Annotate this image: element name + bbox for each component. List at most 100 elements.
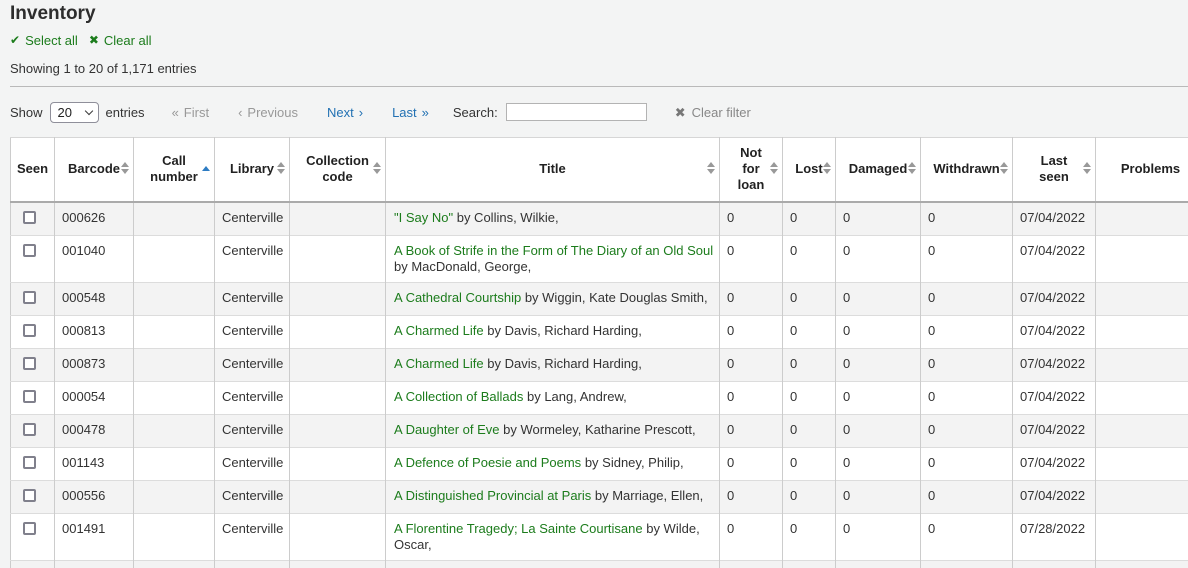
last-seen-cell: 07/04/2022 xyxy=(1013,414,1096,447)
col-header-lost[interactable]: Lost xyxy=(783,138,836,202)
sort-icon-title xyxy=(707,162,715,174)
seen-checkbox[interactable] xyxy=(23,357,36,370)
sort-icon-withdrawn xyxy=(1000,162,1008,174)
lost-cell: 0 xyxy=(783,282,836,315)
clear-filter-button[interactable]: ✖ Clear filter xyxy=(675,105,751,120)
damaged-cell: 0 xyxy=(836,348,921,381)
search-input[interactable] xyxy=(506,103,647,121)
seen-checkbox[interactable] xyxy=(23,324,36,337)
withdrawn-cell: 0 xyxy=(921,348,1013,381)
withdrawn-cell: 0 xyxy=(921,381,1013,414)
title-link[interactable]: A Book of Strife in the Form of The Diar… xyxy=(394,243,713,258)
collection-code-cell xyxy=(290,513,386,560)
seen-cell xyxy=(11,447,55,480)
sort-icon-barcode xyxy=(121,162,129,174)
withdrawn-cell: 0 xyxy=(921,513,1013,560)
last-seen-cell: 07/04/2022 xyxy=(1013,348,1096,381)
table-row: 001012 Centerville A Gentleman of France… xyxy=(11,560,1188,568)
bulk-actions-bar: ✔ Select all ✖ Clear all xyxy=(10,31,1188,49)
col-header-title[interactable]: Title xyxy=(386,138,720,202)
library-cell: Centerville xyxy=(215,513,290,560)
col-header-barcode[interactable]: Barcode xyxy=(55,138,134,202)
clear-filter-label: Clear filter xyxy=(692,105,751,120)
barcode-cell: 000813 xyxy=(55,315,134,348)
problems-cell xyxy=(1096,202,1188,236)
title-cell: A Cathedral Courtship by Wiggin, Kate Do… xyxy=(386,282,720,315)
header-row: Seen Barcode Call number Library Collect… xyxy=(11,138,1188,202)
seen-checkbox[interactable] xyxy=(23,456,36,469)
lost-cell: 0 xyxy=(783,348,836,381)
col-header-withdrawn[interactable]: Withdrawn xyxy=(921,138,1013,202)
title-link[interactable]: A Collection of Ballads xyxy=(394,389,523,404)
library-cell: Centerville xyxy=(215,282,290,315)
sort-icon-library xyxy=(277,162,285,174)
col-header-damaged[interactable]: Damaged xyxy=(836,138,921,202)
seen-checkbox[interactable] xyxy=(23,522,36,535)
col-header-library[interactable]: Library xyxy=(215,138,290,202)
seen-checkbox[interactable] xyxy=(23,390,36,403)
author-text: by Wormeley, Katharine Prescott, xyxy=(503,422,695,437)
pagination-first-label: First xyxy=(184,105,209,120)
table-row: 000626 Centerville "I Say No" by Collins… xyxy=(11,202,1188,236)
withdrawn-cell: 0 xyxy=(921,202,1013,236)
author-text: by Davis, Richard Harding, xyxy=(487,323,642,338)
collection-code-cell xyxy=(290,348,386,381)
withdrawn-cell: 0 xyxy=(921,447,1013,480)
not-for-loan-cell: 0 xyxy=(720,513,783,560)
title-link[interactable]: "I Say No" xyxy=(394,210,453,225)
page-title: Inventory xyxy=(10,0,1188,31)
title-link[interactable]: A Florentine Tragedy; La Sainte Courtisa… xyxy=(394,521,643,536)
clear-all-button[interactable]: ✖ Clear all xyxy=(89,33,152,48)
damaged-cell: 0 xyxy=(836,560,921,568)
damaged-cell: 0 xyxy=(836,202,921,236)
pagination-last-button[interactable]: Last » xyxy=(392,105,429,120)
pagination-next-button[interactable]: Next › xyxy=(327,105,363,120)
last-seen-cell: 07/04/2022 xyxy=(1013,447,1096,480)
title-link[interactable]: A Defence of Poesie and Poems xyxy=(394,455,581,470)
not-for-loan-cell: 0 xyxy=(720,202,783,236)
double-chevron-left-icon: « xyxy=(172,106,179,119)
damaged-cell: 0 xyxy=(836,447,921,480)
barcode-cell: 000556 xyxy=(55,480,134,513)
problems-cell xyxy=(1096,315,1188,348)
seen-checkbox[interactable] xyxy=(23,423,36,436)
seen-cell xyxy=(11,414,55,447)
call-number-cell xyxy=(134,513,215,560)
barcode-cell: 000548 xyxy=(55,282,134,315)
title-link[interactable]: A Distinguished Provincial at Paris xyxy=(394,488,591,503)
seen-checkbox[interactable] xyxy=(23,489,36,502)
title-link[interactable]: A Charmed Life xyxy=(394,323,484,338)
pagination-last-label: Last xyxy=(392,105,417,120)
library-cell: Centerville xyxy=(215,348,290,381)
inventory-table: Seen Barcode Call number Library Collect… xyxy=(10,137,1188,568)
page-length-select[interactable]: 20 xyxy=(50,102,99,123)
last-seen-cell: 07/04/2022 xyxy=(1013,315,1096,348)
last-seen-cell: 07/04/2022 xyxy=(1013,381,1096,414)
last-seen-cell: 07/04/2022 xyxy=(1013,235,1096,282)
title-cell: A Florentine Tragedy; La Sainte Courtisa… xyxy=(386,513,720,560)
col-header-problems[interactable]: Problems xyxy=(1096,138,1188,202)
title-link[interactable]: A Charmed Life xyxy=(394,356,484,371)
call-number-cell xyxy=(134,235,215,282)
pagination-previous-button[interactable]: ‹ Previous xyxy=(238,105,298,120)
table-controls: Show 20 entries « First ‹ Previous Next … xyxy=(10,87,1188,137)
pagination-first-button[interactable]: « First xyxy=(172,105,210,120)
lost-cell: 0 xyxy=(783,414,836,447)
seen-checkbox[interactable] xyxy=(23,291,36,304)
entries-label: entries xyxy=(106,105,145,120)
table-row: 001143 Centerville A Defence of Poesie a… xyxy=(11,447,1188,480)
col-header-collection-code[interactable]: Collection code xyxy=(290,138,386,202)
problems-cell xyxy=(1096,513,1188,560)
col-header-call-number[interactable]: Call number xyxy=(134,138,215,202)
library-cell: Centerville xyxy=(215,447,290,480)
seen-checkbox[interactable] xyxy=(23,244,36,257)
table-row: 000548 Centerville A Cathedral Courtship… xyxy=(11,282,1188,315)
seen-checkbox[interactable] xyxy=(23,211,36,224)
col-header-not-for-loan[interactable]: Not for loan xyxy=(720,138,783,202)
withdrawn-cell: 0 xyxy=(921,480,1013,513)
sort-asc-icon-call-number xyxy=(202,166,210,171)
title-link[interactable]: A Cathedral Courtship xyxy=(394,290,521,305)
col-header-last-seen[interactable]: Last seen xyxy=(1013,138,1096,202)
title-link[interactable]: A Daughter of Eve xyxy=(394,422,500,437)
select-all-button[interactable]: ✔ Select all xyxy=(10,33,78,48)
